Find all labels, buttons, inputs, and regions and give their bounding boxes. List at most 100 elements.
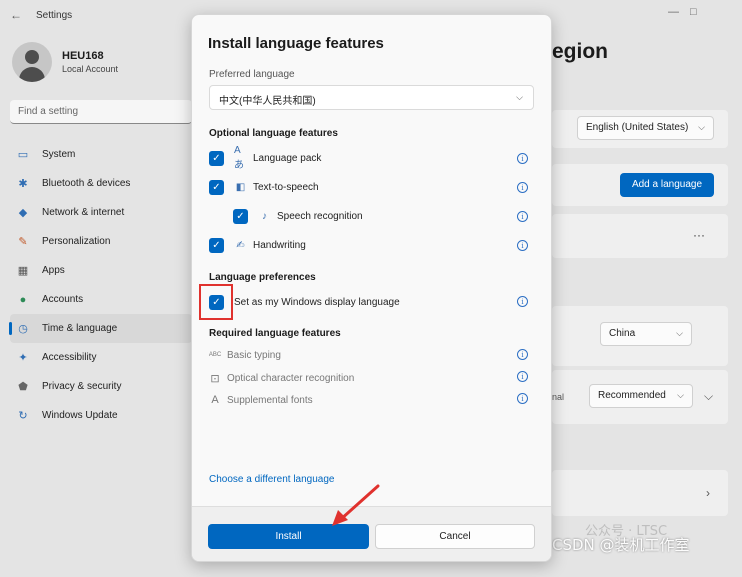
- info-icon[interactable]: i: [517, 296, 528, 307]
- feature-label: Language pack: [253, 152, 322, 164]
- info-icon[interactable]: i: [517, 211, 528, 222]
- country-dropdown[interactable]: China ⌵: [600, 322, 692, 346]
- ocr-icon: ⊡: [210, 372, 220, 385]
- preference-label: Set as my Windows display language: [234, 296, 400, 308]
- page-title: egion: [552, 40, 608, 63]
- language-pack-icon: Aあ: [234, 145, 244, 171]
- cancel-button[interactable]: Cancel: [375, 524, 535, 549]
- feature-label: Text-to-speech: [253, 181, 319, 193]
- text-to-speech-icon: ◧: [235, 181, 246, 193]
- display-language-dropdown[interactable]: English (United States) ⌵: [577, 116, 714, 140]
- wifi-icon: ◆: [18, 207, 28, 219]
- sidebar-item-label: Personalization: [42, 236, 111, 247]
- sidebar-item-label: Windows Update: [42, 410, 118, 421]
- sidebar-item-accessibility[interactable]: ✦ Accessibility: [10, 343, 192, 372]
- watermark-bottom: CSDN @装机工作室: [552, 536, 690, 554]
- sidebar-item-label: Privacy & security: [42, 381, 122, 392]
- shield-icon: ⬟: [18, 381, 28, 393]
- sidebar-item-label: Bluetooth & devices: [42, 178, 131, 189]
- related-settings-card[interactable]: [552, 470, 728, 516]
- feature-speech-recognition[interactable]: ✓ ♪ Speech recognition: [233, 206, 363, 226]
- required-features-header: Required language features: [209, 328, 341, 339]
- sidebar-item-label: Time & language: [42, 323, 118, 334]
- minimize-icon[interactable]: —: [668, 6, 679, 18]
- sidebar-nav: ▭ System ✱ Bluetooth & devices ◆ Network & in…: [9, 140, 192, 430]
- feature-handwriting[interactable]: ✓ ✍ Handwriting: [209, 235, 306, 255]
- sidebar-item-label: Apps: [42, 265, 65, 276]
- sidebar-item-label: Accessibility: [42, 352, 97, 363]
- checkbox-checked-icon[interactable]: ✓: [209, 150, 224, 166]
- chevron-down-icon: ⌵: [516, 92, 523, 102]
- required-ocr: ⊡ Optical character recognition: [209, 370, 354, 386]
- checkbox-checked-icon[interactable]: ✓: [209, 179, 224, 195]
- display-language-value: English (United States): [586, 122, 689, 133]
- sidebar-item-accounts[interactable]: ● Accounts: [10, 285, 192, 314]
- checkbox-checked-icon[interactable]: ✓: [209, 237, 224, 253]
- expand-chevron-icon[interactable]: ⌵: [704, 389, 713, 404]
- avatar-head-icon: [25, 50, 39, 64]
- info-icon[interactable]: i: [517, 393, 528, 404]
- update-icon: ↻: [18, 410, 28, 422]
- search-input[interactable]: Find a setting: [10, 100, 192, 124]
- country-value: China: [609, 328, 636, 339]
- person-icon: ●: [19, 293, 27, 306]
- checkbox-checked-icon[interactable]: ✓: [233, 208, 248, 224]
- more-options-icon[interactable]: ···: [693, 228, 705, 242]
- optional-features-header: Optional language features: [209, 128, 338, 139]
- sidebar-item-privacy-security[interactable]: ⬟ Privacy & security: [10, 372, 192, 401]
- globe-clock-icon: ◷: [18, 323, 28, 335]
- red-highlight-box: [199, 284, 233, 320]
- keyboard-abc-icon: ABC: [208, 352, 222, 358]
- feature-label: Speech recognition: [277, 210, 363, 222]
- feature-text-to-speech[interactable]: ✓ ◧ Text-to-speech: [209, 177, 319, 197]
- add-language-button[interactable]: Add a language: [620, 173, 714, 197]
- display-language-preference[interactable]: ✓ Set as my Windows display language: [209, 292, 400, 312]
- avatar[interactable]: [12, 42, 52, 82]
- fonts-icon: A: [211, 394, 219, 406]
- sidebar-item-label: System: [42, 149, 76, 160]
- info-icon[interactable]: i: [517, 153, 528, 164]
- sidebar-item-network-internet[interactable]: ◆ Network & internet: [10, 198, 192, 227]
- feature-language-pack[interactable]: ✓ Aあ Language pack: [209, 145, 322, 171]
- account-type: Local Account: [62, 64, 119, 74]
- chevron-down-icon: ⌵: [676, 328, 683, 338]
- regional-format-dropdown[interactable]: Recommended ⌵: [589, 384, 693, 408]
- required-label: Basic typing: [227, 349, 281, 361]
- sidebar-item-time-language[interactable]: ◷ Time & language: [9, 314, 192, 343]
- bluetooth-icon: ✱: [18, 178, 28, 190]
- required-label: Supplemental fonts: [227, 394, 313, 406]
- sidebar-item-label: Network & internet: [42, 207, 125, 218]
- preferred-language-value: 中文(中华人民共和国): [219, 96, 316, 107]
- brush-icon: ✎: [18, 236, 28, 248]
- sidebar-item-personalization[interactable]: ✎ Personalization: [10, 227, 192, 256]
- back-arrow-icon[interactable]: ←: [10, 8, 22, 22]
- chevron-right-icon: ›: [706, 486, 710, 500]
- info-icon[interactable]: i: [517, 349, 528, 360]
- preferred-language-dropdown[interactable]: 中文(中华人民共和国) ⌵: [209, 85, 534, 110]
- avatar-body-icon: [19, 67, 45, 82]
- required-basic-typing: ABC Basic typing: [209, 347, 281, 363]
- sidebar-item-apps[interactable]: ▦ Apps: [10, 256, 192, 285]
- sidebar-item-label: Accounts: [42, 294, 84, 305]
- preferred-language-label: Preferred language: [209, 69, 295, 80]
- language-preferences-header: Language preferences: [209, 272, 316, 283]
- maximize-icon[interactable]: □: [690, 6, 697, 18]
- handwriting-icon: ✍: [236, 239, 245, 251]
- required-supplemental-fonts: A Supplemental fonts: [209, 392, 313, 408]
- sidebar-item-bluetooth-devices[interactable]: ✱ Bluetooth & devices: [10, 169, 192, 198]
- accessibility-icon: ✦: [18, 352, 28, 364]
- sidebar-item-windows-update[interactable]: ↻ Windows Update: [10, 401, 192, 430]
- info-icon[interactable]: i: [517, 240, 528, 251]
- user-name: HEU168: [62, 50, 104, 62]
- required-label: Optical character recognition: [227, 372, 355, 384]
- chevron-down-icon: ⌵: [677, 390, 684, 400]
- regional-format-label: nal: [552, 392, 565, 402]
- microphone-icon: ♪: [262, 210, 267, 222]
- info-icon[interactable]: i: [517, 371, 528, 382]
- choose-different-language-link[interactable]: Choose a different language: [209, 474, 334, 485]
- sidebar-item-system[interactable]: ▭ System: [10, 140, 192, 169]
- monitor-icon: ▭: [17, 149, 29, 161]
- chevron-down-icon: ⌵: [698, 122, 705, 132]
- info-icon[interactable]: i: [517, 182, 528, 193]
- app-title: Settings: [36, 10, 73, 21]
